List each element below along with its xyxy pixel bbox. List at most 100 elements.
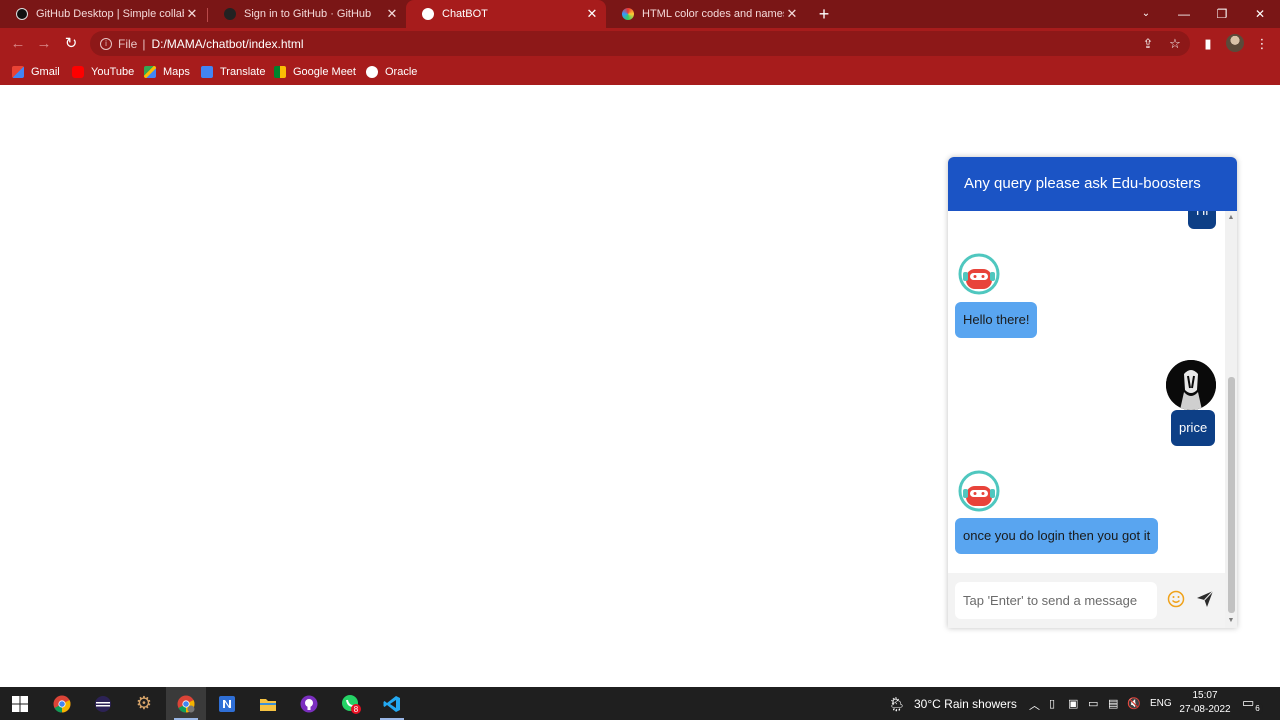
taskbar-chrome[interactable] (42, 687, 82, 720)
bookmark-label: Translate (220, 66, 266, 78)
file-explorer-icon (260, 698, 276, 711)
user-message: price (1171, 410, 1216, 446)
bookmark-label: Oracle (385, 66, 418, 78)
bookmark-google-meet[interactable]: Google Meet (274, 64, 356, 80)
bookmark-label: YouTube (91, 66, 135, 78)
notification-badge: 6 (1252, 703, 1263, 714)
bookmark-label: Maps (163, 66, 190, 78)
oracle-icon (366, 66, 378, 78)
tray-device-icon[interactable]: ▯ (1049, 697, 1055, 710)
chat-input-bar (948, 573, 1225, 628)
user-message: Hi (1188, 211, 1217, 229)
gmail-icon (12, 66, 24, 78)
tab-search-button[interactable]: ⌄ (1127, 0, 1165, 28)
windows-start-icon (12, 695, 28, 712)
taskbar-chrome-profile[interactable] (166, 687, 206, 720)
whatsapp-badge: 8 (354, 705, 359, 714)
taskbar-file-explorer[interactable] (248, 687, 288, 720)
bookmark-label: Gmail (31, 66, 60, 78)
taskbar-whatsapp[interactable]: 8 (331, 687, 371, 720)
close-icon[interactable]: ✕ (384, 6, 400, 22)
notification-center[interactable]: ▭ 6 (1242, 695, 1263, 714)
taskbar-github-desktop[interactable] (289, 687, 329, 720)
address-bar[interactable]: i File | D:/MAMA/chatbot/index.html (90, 31, 1190, 56)
network-icon[interactable]: ▤ (1108, 697, 1118, 710)
youtube-icon (72, 66, 84, 78)
profile-avatar[interactable] (1226, 34, 1244, 52)
language-indicator[interactable]: ENG (1150, 698, 1172, 709)
tab-title: GitHub Desktop | Simple collabo (36, 8, 184, 20)
user-avatar-icon (1166, 360, 1216, 410)
chat-messages[interactable]: Hi Hello there! price (948, 211, 1225, 573)
github-icon (224, 8, 236, 20)
weather-text[interactable]: 30°C Rain showers (914, 697, 1017, 711)
side-panel-icon[interactable]: ▮ (1198, 34, 1218, 54)
scroll-thumb[interactable] (1228, 377, 1235, 613)
close-icon[interactable]: ✕ (184, 6, 200, 22)
minimize-button[interactable]: — (1165, 0, 1203, 28)
bookmark-youtube[interactable]: YouTube (72, 64, 134, 80)
info-icon[interactable]: i (100, 37, 112, 50)
color-wheel-icon (622, 8, 634, 20)
bookmark-star-icon[interactable]: ☆ (1165, 34, 1185, 54)
tray-meet-icon[interactable]: ▣ (1068, 697, 1078, 710)
chat-scrollbar[interactable]: ▲ ▼ (1225, 211, 1237, 628)
user-avatar (1166, 360, 1216, 410)
battery-icon[interactable]: ▭ (1088, 697, 1098, 710)
tab-github-signin[interactable]: Sign in to GitHub · GitHub ✕ (208, 0, 406, 28)
bookmark-maps[interactable]: Maps (144, 64, 190, 80)
forward-button[interactable]: → (33, 33, 55, 55)
bot-avatar-icon (958, 253, 1000, 295)
system-clock[interactable]: 15:07 27-08-2022 (1178, 689, 1232, 717)
address-url: D:/MAMA/chatbot/index.html (151, 36, 304, 51)
menu-kebab-icon[interactable]: ⋮ (1252, 34, 1272, 54)
message-input[interactable] (955, 582, 1157, 619)
send-icon[interactable] (1195, 589, 1215, 609)
chrome-icon (53, 695, 71, 712)
bot-message: once you do login then you got it (955, 518, 1159, 554)
emoji-icon[interactable] (1167, 590, 1185, 608)
tab-title: ChatBOT (442, 8, 488, 20)
bookmark-label: Google Meet (293, 66, 356, 78)
new-tab-button[interactable]: + (814, 4, 834, 24)
start-button[interactable] (0, 687, 40, 720)
weather-icon[interactable]: 🌦 (888, 696, 906, 713)
meet-icon (274, 66, 286, 78)
tab-html-colors[interactable]: HTML color codes and names ✕ (606, 0, 806, 28)
bookmark-translate[interactable]: Translate (201, 64, 265, 80)
close-icon[interactable]: ✕ (784, 6, 800, 22)
reload-button[interactable]: ↻ (60, 33, 82, 55)
taskbar-notion[interactable] (207, 687, 247, 720)
share-icon[interactable]: ⇪ (1138, 34, 1158, 54)
bookmark-oracle[interactable]: Oracle (366, 64, 417, 80)
volume-icon[interactable]: 🔇 (1127, 697, 1141, 710)
taskbar-settings[interactable]: ⚙ (124, 687, 164, 720)
tab-title: Sign in to GitHub · GitHub (244, 8, 372, 20)
vscode-icon (383, 695, 400, 712)
translate-icon (201, 66, 213, 78)
taskbar-vscode[interactable] (372, 687, 412, 720)
settings-icon: ⚙ (135, 693, 153, 713)
chat-header-title: Any query please ask Edu-boosters (948, 157, 1237, 211)
scroll-up-icon[interactable]: ▲ (1225, 213, 1237, 223)
address-scheme: File (118, 36, 138, 51)
bot-avatar-icon (958, 470, 1000, 512)
bookmark-gmail[interactable]: Gmail (12, 64, 60, 80)
scroll-down-icon[interactable]: ▼ (1225, 616, 1237, 626)
maximize-button[interactable]: ❐ (1203, 0, 1241, 28)
bot-message: Hello there! (955, 302, 1038, 338)
tab-title: HTML color codes and names (642, 8, 784, 20)
bookmarks-bar: Gmail YouTube Maps Translate Google Meet… (0, 59, 1280, 85)
close-icon[interactable]: ✕ (584, 6, 600, 22)
back-button[interactable]: ← (7, 33, 29, 55)
clock-date: 27-08-2022 (1179, 704, 1231, 715)
maps-icon (144, 66, 156, 78)
chevron-up-icon[interactable]: ︿ (1029, 697, 1040, 713)
address-separator: | (142, 36, 146, 51)
tab-chatbot[interactable]: ChatBOT ✕ (406, 0, 606, 28)
close-window-button[interactable]: ✕ (1241, 0, 1279, 28)
taskbar-eclipse[interactable] (83, 687, 123, 720)
tab-github-desktop[interactable]: GitHub Desktop | Simple collabo ✕ (0, 0, 206, 28)
globe-icon (422, 8, 434, 20)
whatsapp-icon: 8 (342, 694, 361, 714)
